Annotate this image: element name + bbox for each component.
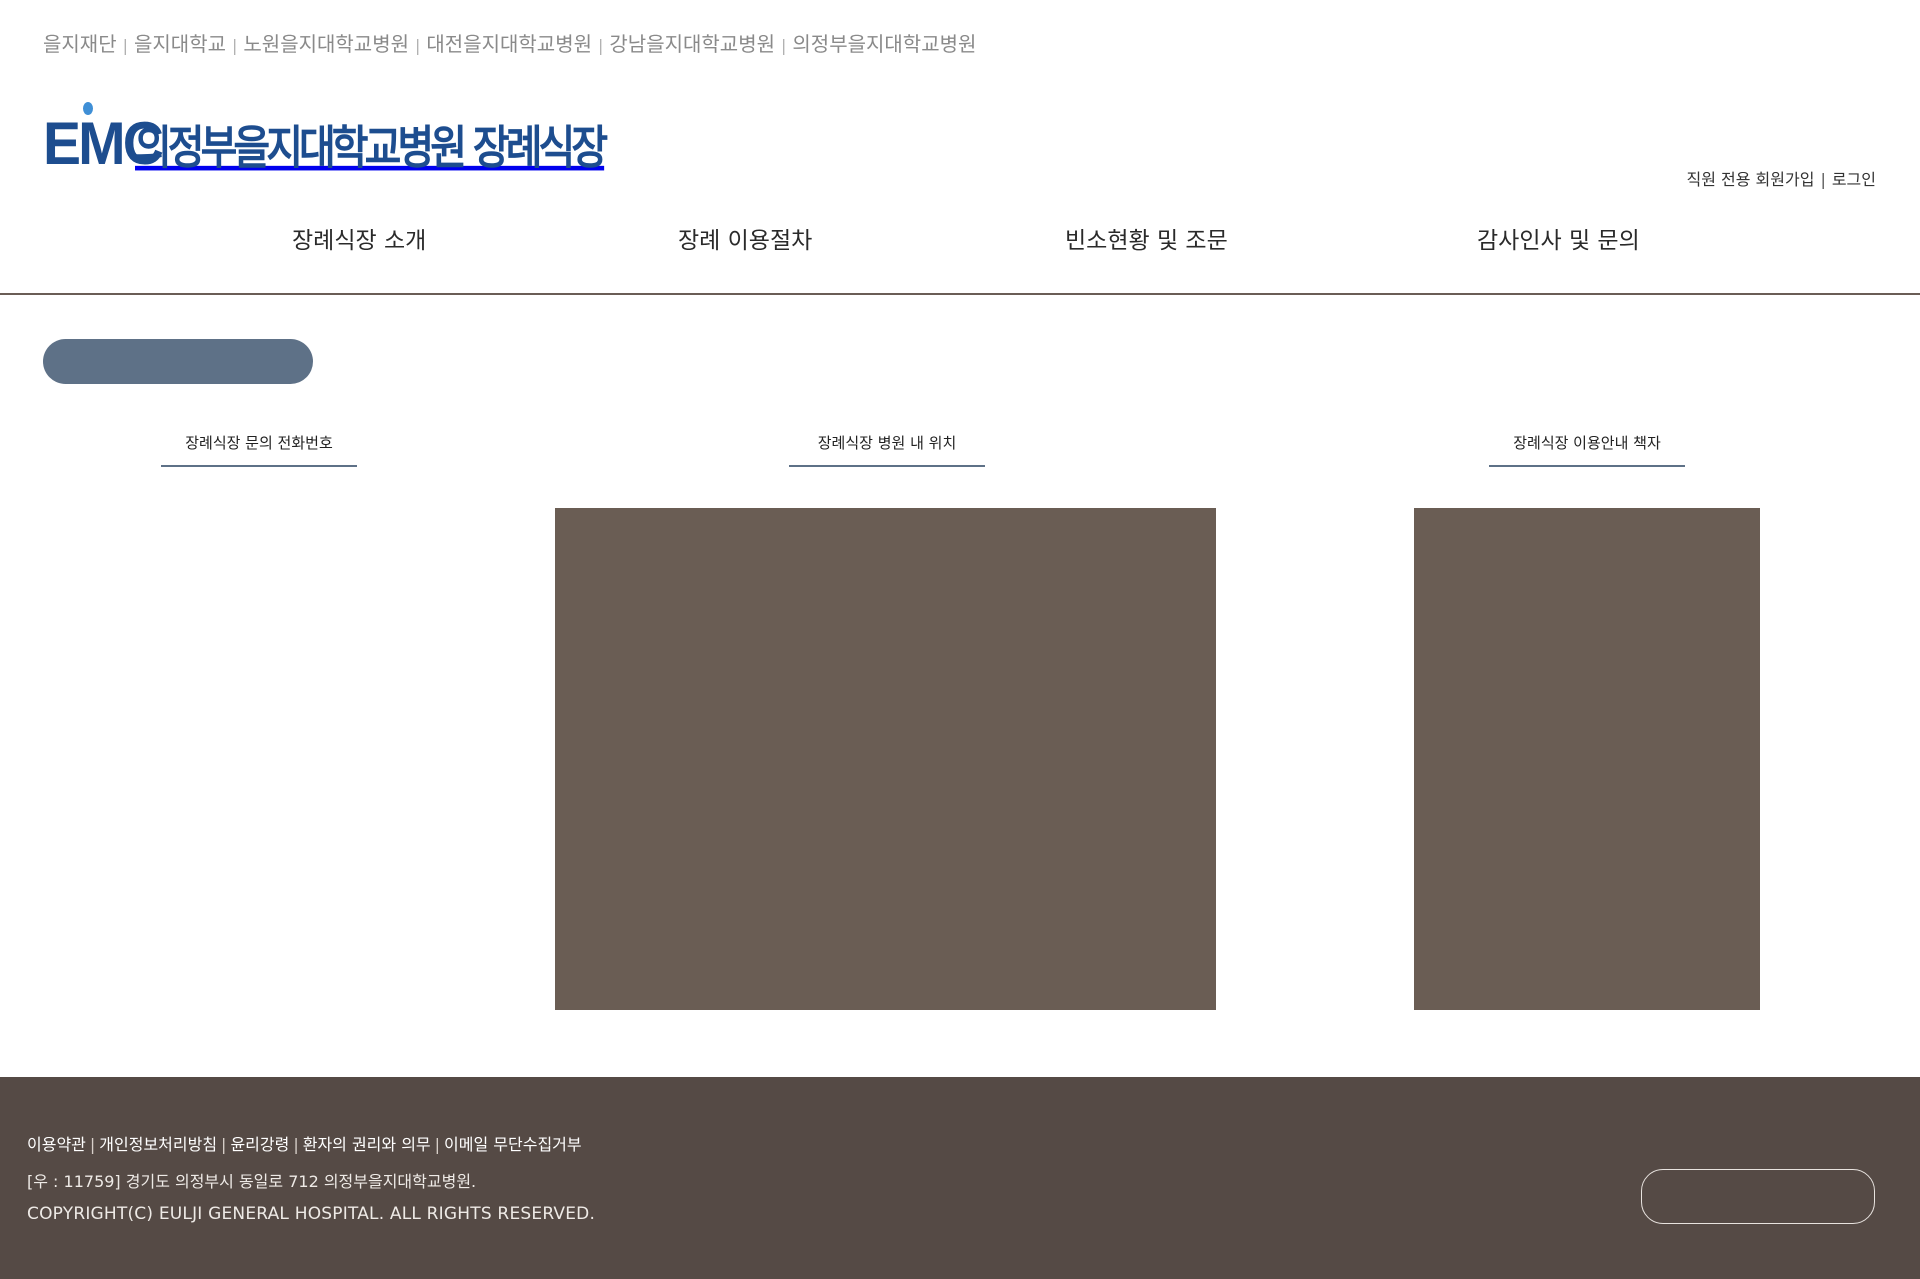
footer-copyright: COPYRIGHT(C) EULJI GENERAL HOSPITAL. ALL…	[27, 1204, 596, 1224]
separator: |	[415, 36, 421, 55]
footer-link-ethics[interactable]: 윤리강령	[230, 1135, 289, 1154]
footer-links: 이용약관 | 개인정보처리방침 | 윤리강령 | 환자의 권리와 의무 | 이메일 무단수집거부	[27, 1131, 582, 1155]
member-links: 직원 전용 회원가입 | 로그인	[1687, 166, 1877, 190]
nav-item-introduction[interactable]: 장례식장 소개	[292, 221, 426, 255]
separator: |	[89, 1135, 96, 1154]
emc-logo-mark: EMC	[43, 100, 164, 174]
family-link-foundation[interactable]: 을지재단	[43, 32, 117, 56]
section-title-phone: 장례식장 문의 전화번호	[161, 432, 357, 467]
footer-link-terms[interactable]: 이용약관	[27, 1135, 86, 1154]
separator: |	[232, 36, 238, 55]
family-link-daejeon[interactable]: 대전을지대학교병원	[426, 32, 592, 56]
separator: |	[781, 36, 787, 55]
nav-item-procedure[interactable]: 장례 이용절차	[678, 221, 812, 255]
nav-item-inquiry[interactable]: 감사인사 및 문의	[1477, 221, 1640, 255]
family-link-nowon[interactable]: 노원을지대학교병원	[243, 32, 409, 56]
separator: |	[122, 36, 128, 55]
logo-text: 의정부을지대학교병원 장례식장	[135, 122, 608, 176]
signup-link[interactable]: 직원 전용 회원가입	[1687, 170, 1815, 189]
footer-link-privacy[interactable]: 개인정보처리방침	[99, 1135, 217, 1154]
separator: |	[221, 1135, 227, 1154]
separator: |	[1820, 170, 1826, 189]
main-navigation: 장례식장 소개 장례 이용절차 빈소현황 및 조문 감사인사 및 문의	[0, 215, 1920, 275]
footer-address: [우 : 11759] 경기도 의정부시 동일로 712 의정부을지대학교병원.	[27, 1172, 477, 1191]
brochure-image[interactable]	[1414, 508, 1760, 1010]
nav-item-condolence[interactable]: 빈소현황 및 조문	[1065, 221, 1228, 255]
site-footer: 이용약관 | 개인정보처리방침 | 윤리강령 | 환자의 권리와 의무 | 이메일 무단수집거부…	[0, 1077, 1920, 1279]
family-link-gangnam[interactable]: 강남을지대학교병원	[609, 32, 775, 56]
family-site-select-button[interactable]	[1641, 1169, 1875, 1224]
footer-link-patient-rights[interactable]: 환자의 권리와 의무	[303, 1135, 431, 1154]
login-link[interactable]: 로그인	[1832, 170, 1876, 189]
hospital-location-image	[555, 508, 1216, 1010]
separator: |	[598, 36, 604, 55]
section-title-brochure: 장례식장 이용안내 책자	[1489, 432, 1685, 467]
family-link-uijeongbu[interactable]: 의정부을지대학교병원	[792, 32, 976, 56]
footer-link-email-refusal[interactable]: 이메일 무단수집거부	[444, 1135, 582, 1154]
page-title-pill	[43, 339, 313, 384]
site-logo[interactable]: EMC 의정부을지대학교병원 장례식장	[43, 100, 608, 175]
nav-divider	[0, 293, 1920, 295]
separator: |	[293, 1135, 299, 1154]
family-link-university[interactable]: 을지대학교	[134, 32, 226, 56]
separator: |	[434, 1135, 441, 1154]
family-site-links: 을지재단 | 을지대학교 | 노원을지대학교병원 | 대전을지대학교병원 | 강남을지대학교병원…	[43, 28, 976, 57]
section-title-location: 장례식장 병원 내 위치	[789, 432, 985, 467]
